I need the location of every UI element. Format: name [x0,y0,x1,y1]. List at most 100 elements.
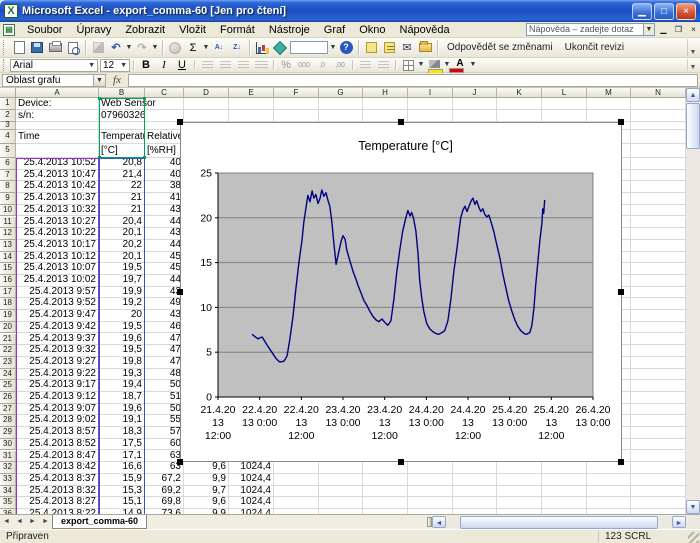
cell-C29[interactable]: 57 [145,427,184,439]
cell-B23[interactable]: 19,8 [99,357,145,369]
row-header-3[interactable]: 3 [0,122,16,130]
column-header-K[interactable]: K [497,88,542,98]
save-icon[interactable] [28,40,46,56]
cell-C35[interactable]: 69,8 [145,497,184,509]
cell-N26[interactable] [631,392,686,404]
cell-C11[interactable]: 44 [145,217,184,229]
cell-C19[interactable]: 43 [145,310,184,322]
cell-B25[interactable]: 19,4 [99,380,145,392]
cell-B20[interactable]: 19,5 [99,322,145,334]
cell-C30[interactable]: 60 [145,439,184,451]
cell-N32[interactable] [631,462,686,474]
cell-N11[interactable] [631,217,686,229]
percent-style-icon[interactable]: % [277,59,295,72]
cell-B1[interactable]: Web Sensor [99,98,145,110]
chevron-down-icon[interactable]: ▼ [644,23,655,36]
scroll-right-icon[interactable]: ► [672,516,686,528]
cell-I33[interactable] [408,474,453,486]
cell-C16[interactable]: 44 [145,275,184,287]
cell-C4[interactable]: Relative [145,130,184,144]
cell-C21[interactable]: 47 [145,334,184,346]
cell-B14[interactable]: 20,1 [99,252,145,264]
cell-A31[interactable]: 25.4.2013 8:47 [16,451,99,463]
cell-A14[interactable]: 25.4.2013 10:12 [16,252,99,264]
row-header-33[interactable]: 33 [0,474,16,486]
cell-B33[interactable]: 15,9 [99,474,145,486]
cell-A27[interactable]: 25.4.2013 9:07 [16,404,99,416]
cell-N19[interactable] [631,310,686,322]
cell-A19[interactable]: 25.4.2013 9:47 [16,310,99,322]
italic-button[interactable]: I [155,59,173,72]
cell-N14[interactable] [631,252,686,264]
sheet-tab-active[interactable]: export_comma-60 [52,515,147,529]
cell-D34[interactable]: 9,7 [184,486,229,498]
cell-N27[interactable] [631,404,686,416]
cell-E33[interactable]: 1024,4 [229,474,274,486]
underline-button[interactable]: U [173,59,191,72]
menu-upravy[interactable]: Úpravy [69,23,118,37]
reply-with-changes-button[interactable]: Odpovědět se změnami [441,42,559,53]
font-color-icon[interactable]: A [451,57,469,70]
cell-A2[interactable]: s/n: [16,110,99,122]
cell-B12[interactable]: 20,1 [99,228,145,240]
cell-B31[interactable]: 17,1 [99,451,145,463]
cell-N20[interactable] [631,322,686,334]
cell-J2[interactable] [453,110,497,122]
chart-resize-handle[interactable] [618,289,624,295]
x-axis-label[interactable]: 25.4.20 [534,404,569,416]
cell-J34[interactable] [453,486,497,498]
cell-L34[interactable] [542,486,587,498]
cell-M33[interactable] [587,474,631,486]
show-comments-icon[interactable] [380,40,398,56]
cell-B15[interactable]: 19,5 [99,263,145,275]
cell-B26[interactable]: 18,7 [99,392,145,404]
name-box-dropdown-icon[interactable]: ▼ [94,74,106,87]
row-header-29[interactable]: 29 [0,427,16,439]
cell-C13[interactable]: 44 [145,240,184,252]
cell-N23[interactable] [631,357,686,369]
cell-N25[interactable] [631,380,686,392]
cell-K2[interactable] [497,110,542,122]
cell-M35[interactable] [587,497,631,509]
cell-E2[interactable] [229,110,274,122]
cell-N33[interactable] [631,474,686,486]
menu-napoveda[interactable]: Nápověda [393,23,457,37]
cell-N24[interactable] [631,369,686,381]
cell-N28[interactable] [631,415,686,427]
cell-B32[interactable]: 16,6 [99,462,145,474]
cell-N13[interactable] [631,240,686,252]
row-header-6[interactable]: 6 [0,158,16,170]
cell-N22[interactable] [631,345,686,357]
cell-I35[interactable] [408,497,453,509]
cell-A21[interactable]: 25.4.2013 9:37 [16,334,99,346]
undo-icon[interactable]: ↶ [107,40,125,56]
cell-A1[interactable]: Device: [16,98,99,110]
row-header-22[interactable]: 22 [0,345,16,357]
cell-A24[interactable]: 25.4.2013 9:22 [16,369,99,381]
cell-C6[interactable]: 40 [145,158,184,170]
cell-B5[interactable]: [°C] [99,144,145,158]
sort-descending-icon[interactable]: Z↓ [228,40,246,56]
row-header-35[interactable]: 35 [0,497,16,509]
chart-wizard-icon[interactable] [253,40,271,56]
row-header-25[interactable]: 25 [0,380,16,392]
column-header-H[interactable]: H [363,88,408,98]
close-button[interactable]: × [676,3,696,20]
increase-decimal-icon[interactable]: ,0 [313,59,331,72]
cell-N7[interactable] [631,170,686,182]
cell-A34[interactable]: 25.4.2013 8:32 [16,486,99,498]
vertical-scrollbar[interactable]: ▲ ▼ [686,88,700,514]
cell-B3[interactable] [99,122,145,130]
cell-C27[interactable]: 50 [145,404,184,416]
name-box[interactable]: Oblast grafu [2,74,94,87]
cell-A15[interactable]: 25.4.2013 10:07 [16,263,99,275]
cell-B18[interactable]: 19,2 [99,298,145,310]
cell-B28[interactable]: 19,1 [99,415,145,427]
resize-grip[interactable] [688,532,699,543]
cell-D32[interactable]: 9,6 [184,462,229,474]
cell-A29[interactable]: 25.4.2013 8:57 [16,427,99,439]
decrease-indent-icon[interactable] [356,59,374,72]
column-header-J[interactable]: J [453,88,497,98]
formula-input[interactable] [128,74,698,87]
cell-N17[interactable] [631,287,686,299]
